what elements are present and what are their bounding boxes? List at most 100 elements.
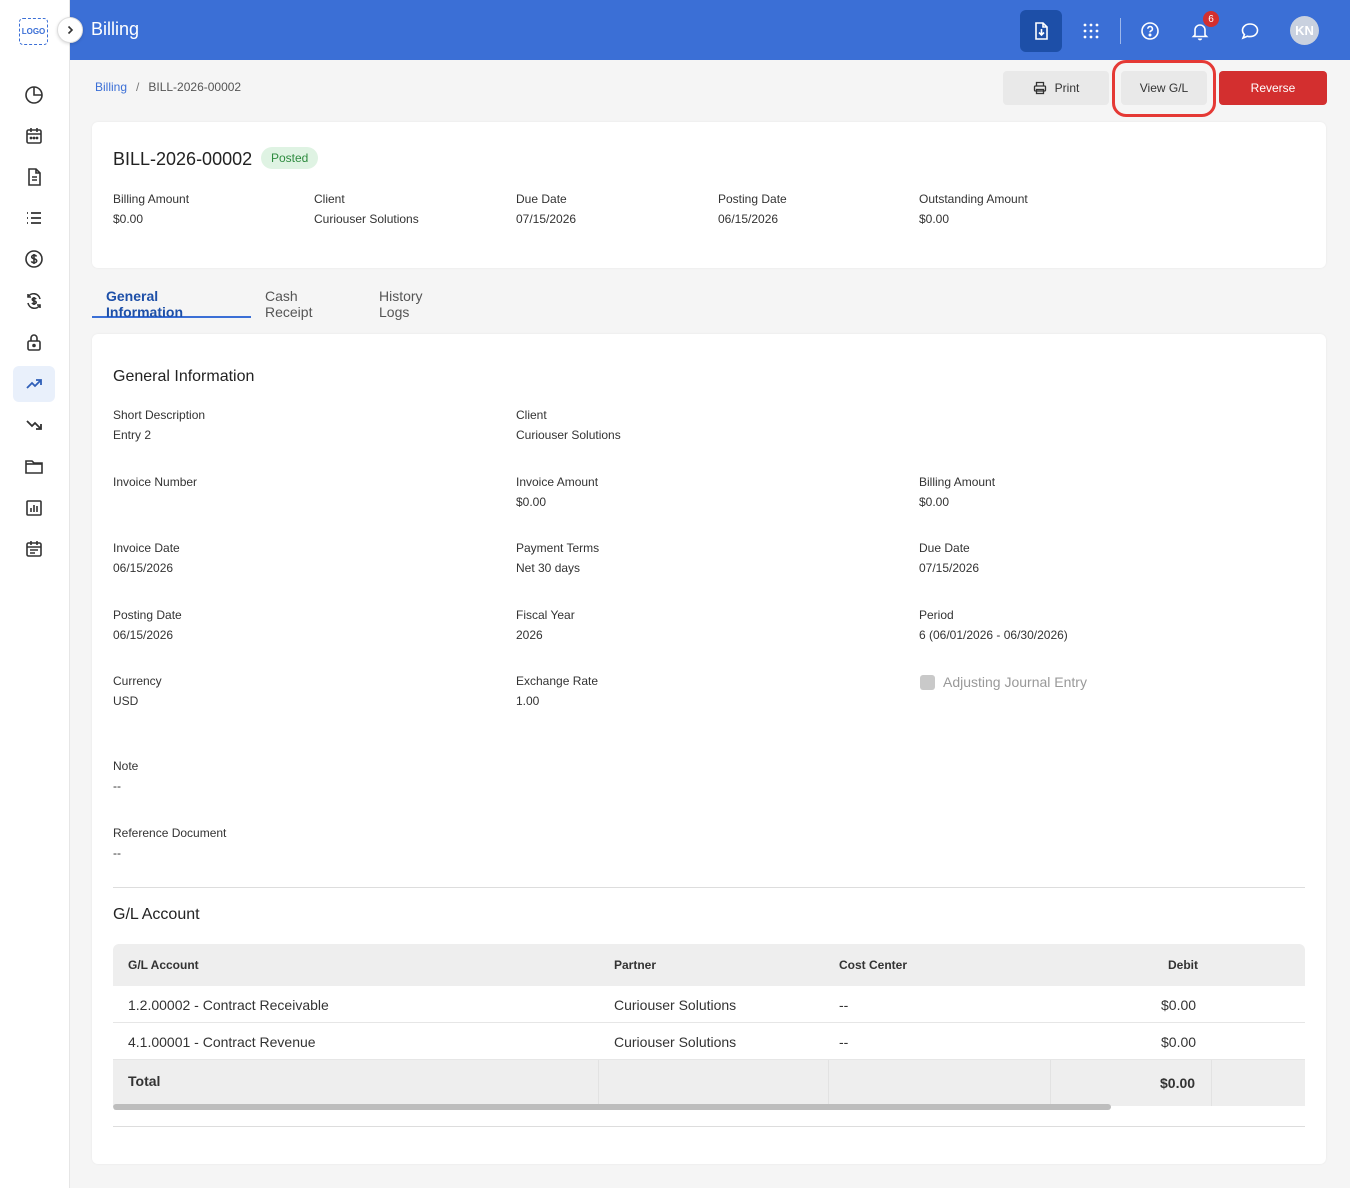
sidebar-item-calendar[interactable] [13,118,55,154]
field-label: Currency [113,674,162,688]
field-label: Outstanding Amount [919,192,1028,206]
cell-gl-account: 1.2.00002 - Contract Receivable [128,997,329,1013]
field-value: 07/15/2026 [516,212,577,226]
column-header-debit: Debit [1168,958,1198,972]
cell-cost-center: -- [839,997,849,1013]
sidebar-item-exchange[interactable] [13,283,55,319]
user-avatar[interactable]: KN [1290,16,1319,45]
notifications-button[interactable]: 6 [1179,10,1221,52]
field-billing-amount: Billing Amount $0.00 [919,475,995,509]
field-label: Billing Amount [919,475,996,489]
view-gl-button[interactable]: View G/L [1121,71,1207,105]
field-label: Posting Date [718,192,787,206]
section-title-general-information: General Information [113,368,255,385]
chat-button[interactable] [1229,10,1271,52]
adjusting-journal-entry-checkbox: Adjusting Journal Entry [920,674,1087,690]
pie-chart-icon [25,86,43,104]
field-label: Client [516,408,547,422]
field-value: 06/15/2026 [113,561,174,575]
section-title-gl-account: G/L Account [113,906,200,923]
list-icon [27,212,41,224]
column-header-cost-center: Cost Center [839,958,908,972]
sidebar-item-revenue[interactable] [13,366,55,402]
breadcrumb: Billing / BILL-2026-00002 [95,80,241,94]
header-divider [1120,18,1121,44]
sidebar-item-documents[interactable] [13,159,55,195]
field-value: Net 30 days [516,561,581,575]
summary-billing-amount: Billing Amount $0.00 [113,192,189,226]
reverse-button[interactable]: Reverse [1219,71,1327,105]
breadcrumb-current: BILL-2026-00002 [148,80,242,94]
dollar-circle-icon [25,250,43,268]
print-button[interactable]: Print [1003,71,1109,105]
field-due-date: Due Date 07/15/2026 [919,541,979,575]
field-posting-date: Posting Date 06/15/2026 [113,608,182,642]
field-invoice-date: Invoice Date 06/15/2026 [113,541,180,575]
folder-icon [25,460,43,474]
checkbox-label: Adjusting Journal Entry [943,674,1087,690]
sidebar-item-security[interactable] [13,324,55,360]
sidebar-item-dashboard[interactable] [13,77,55,113]
field-short-description: Short Description Entry 2 [113,408,205,442]
sidebar-item-schedule[interactable] [13,531,55,567]
apps-button[interactable] [1070,10,1112,52]
horizontal-scrollbar[interactable] [113,1104,1111,1110]
field-label: Payment Terms [516,541,600,555]
tab-general-information[interactable]: General Information [92,282,251,320]
cell-partner: Curiouser Solutions [614,1034,737,1050]
bottom-divider [113,1126,1305,1127]
field-label: Fiscal Year [516,608,575,622]
field-value: Entry 2 [113,428,152,442]
gl-account-table: G/L Account Partner Cost Center Debit 1.… [113,944,1305,1112]
field-value: 2026 [516,628,543,642]
print-button-label: Print [1054,81,1080,95]
summary-client: Client Curiouser Solutions [314,192,419,226]
tab-history-logs[interactable]: History Logs [365,282,437,320]
column-header-gl-account: G/L Account [128,958,199,972]
field-value: USD [113,694,139,708]
expand-sidebar-button[interactable] [57,17,83,43]
help-icon [1141,22,1159,40]
cell-gl-account: 4.1.00001 - Contract Revenue [128,1034,316,1050]
tab-cash-receipt[interactable]: Cash Receipt [251,282,326,320]
field-value: $0.00 [516,495,547,509]
cell-partner: Curiouser Solutions [614,997,737,1013]
import-button[interactable] [1020,10,1062,52]
sidebar-item-payments[interactable] [13,241,55,277]
summary-outstanding-amount: Outstanding Amount $0.00 [919,192,1028,226]
sidebar-item-expenses[interactable] [13,407,55,443]
field-label: Reference Document [113,826,227,840]
cell-divider [598,1060,599,1106]
breadcrumb-billing-link[interactable]: Billing [95,80,127,94]
notification-count-badge: 6 [1203,11,1219,27]
field-client: Client Curiouser Solutions [516,408,621,442]
help-button[interactable] [1129,10,1171,52]
column-header-partner: Partner [614,958,657,972]
field-label: Period [919,608,954,622]
field-fiscal-year: Fiscal Year 2026 [516,608,575,642]
table-row: 4.1.00001 - Contract Revenue Curiouser S… [113,1023,1305,1060]
field-currency: Currency USD [113,674,162,708]
field-label: Posting Date [113,608,182,622]
field-label: Invoice Amount [516,475,599,489]
trending-up-icon [26,379,42,389]
field-label: Short Description [113,408,206,422]
sidebar-item-list[interactable] [13,200,55,236]
cell-debit: $0.00 [1161,997,1197,1013]
field-value: 07/15/2026 [919,561,980,575]
field-value: 1.00 [516,694,540,708]
summary-due-date: Due Date 07/15/2026 [516,192,576,226]
field-payment-terms: Payment Terms Net 30 days [516,541,599,575]
sidebar-item-folders[interactable] [13,448,55,484]
field-note: Note -- [113,759,138,793]
printer-icon [1033,81,1046,95]
sidebar-item-reports[interactable] [13,490,55,526]
field-label: Client [314,192,345,206]
total-debit: $0.00 [1160,1075,1196,1091]
field-label: Invoice Number [113,475,198,489]
field-exchange-rate: Exchange Rate 1.00 [516,674,598,708]
currency-exchange-icon [27,293,41,309]
field-label: Billing Amount [113,192,190,206]
field-value: $0.00 [113,212,144,226]
apps-grid-icon [1083,23,1099,39]
